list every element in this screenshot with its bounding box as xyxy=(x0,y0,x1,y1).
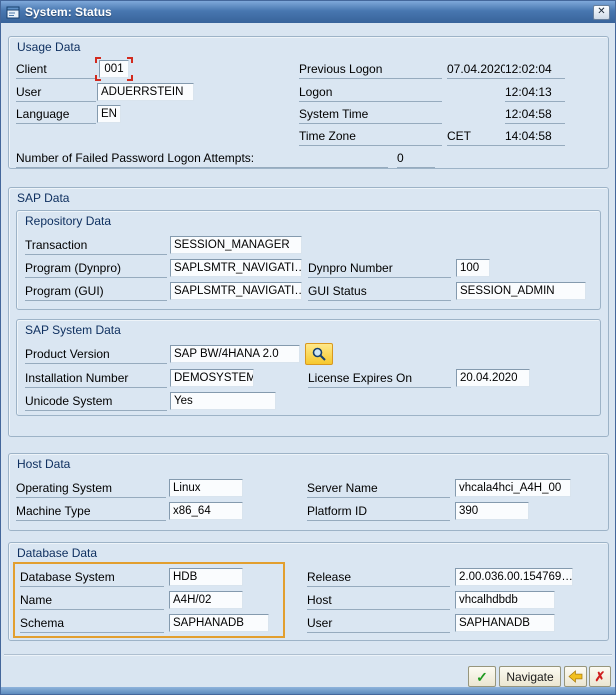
failed-attempts-label: Number of Failed Password Logon Attempts… xyxy=(16,151,388,168)
client-label: Client xyxy=(16,62,96,79)
time-zone-label: Time Zone xyxy=(299,129,442,146)
database-user-field[interactable]: SAPHANADB xyxy=(455,614,555,632)
database-name-field[interactable]: A4H/02 xyxy=(169,591,243,609)
user-label: User xyxy=(16,85,96,102)
release-label: Release xyxy=(307,570,450,587)
release-field[interactable]: 2.00.036.00.154769… xyxy=(455,568,573,586)
database-data-group: Database Data Database System HDB Releas… xyxy=(8,542,609,641)
product-version-field[interactable]: SAP BW/4HANA 2.0 xyxy=(170,345,300,363)
unicode-system-field[interactable]: Yes xyxy=(170,392,276,410)
exit-button[interactable] xyxy=(564,666,587,687)
failed-attempts-value: 0 xyxy=(397,151,435,168)
language-label: Language xyxy=(16,107,96,124)
installation-number-field[interactable]: DEMOSYSTEM xyxy=(170,369,254,387)
sap-data-group: SAP Data Repository Data Transaction SES… xyxy=(8,187,609,437)
navigate-button-label: Navigate xyxy=(506,670,553,684)
usage-data-group: Usage Data Client 001 User ADUERRSTEIN L… xyxy=(8,36,609,169)
database-host-field[interactable]: vhcalhdbdb xyxy=(455,591,555,609)
sap-system-data-group: SAP System Data Product Version SAP BW/4… xyxy=(16,319,601,416)
database-data-title: Database Data xyxy=(17,546,97,560)
previous-logon-date: 07.04.2020 xyxy=(447,62,505,79)
database-system-label: Database System xyxy=(20,570,164,587)
gui-status-field[interactable]: SESSION_ADMIN xyxy=(456,282,586,300)
title-bar: System: Status ✕ xyxy=(1,1,615,23)
schema-field[interactable]: SAPHANADB xyxy=(169,614,269,632)
window-bottom-frame xyxy=(1,687,615,694)
host-data-title: Host Data xyxy=(17,457,70,471)
logon-time: 12:04:13 xyxy=(505,85,565,102)
program-gui-field[interactable]: SAPLSMTR_NAVIGATI… xyxy=(170,282,302,300)
cancel-x-icon: ✗ xyxy=(595,670,606,683)
host-data-group: Host Data Operating System Linux Server … xyxy=(8,453,609,531)
database-user-label: User xyxy=(307,616,450,633)
client-field[interactable]: 001 xyxy=(99,60,129,78)
usage-data-title: Usage Data xyxy=(17,40,80,54)
dynpro-number-label: Dynpro Number xyxy=(308,261,451,278)
schema-label: Schema xyxy=(20,616,164,633)
database-name-label: Name xyxy=(20,593,164,610)
machine-type-label: Machine Type xyxy=(16,504,166,521)
operating-system-label: Operating System xyxy=(16,481,166,498)
footer-separator xyxy=(4,654,612,656)
gui-status-label: GUI Status xyxy=(308,284,451,301)
exit-arrow-icon xyxy=(568,670,583,683)
window-title: System: Status xyxy=(25,5,112,19)
transaction-label: Transaction xyxy=(25,238,167,255)
program-dynpro-label: Program (Dynpro) xyxy=(25,261,167,278)
previous-logon-time: 12:02:04 xyxy=(505,62,565,79)
dialog-icon xyxy=(6,6,20,19)
logon-label: Logon xyxy=(299,85,442,102)
user-field[interactable]: ADUERRSTEIN xyxy=(97,83,194,101)
installation-number-label: Installation Number xyxy=(25,371,167,388)
sap-data-title: SAP Data xyxy=(17,191,69,205)
check-icon: ✓ xyxy=(476,670,488,684)
database-system-field[interactable]: HDB xyxy=(169,568,243,586)
platform-id-field[interactable]: 390 xyxy=(455,502,529,520)
repository-data-title: Repository Data xyxy=(25,214,111,228)
program-dynpro-field[interactable]: SAPLSMTR_NAVIGATI… xyxy=(170,259,302,277)
program-gui-label: Program (GUI) xyxy=(25,284,167,301)
magnifier-icon xyxy=(311,346,327,362)
product-version-label: Product Version xyxy=(25,347,167,364)
system-time-label: System Time xyxy=(299,107,442,124)
dynpro-number-field[interactable]: 100 xyxy=(456,259,490,277)
machine-type-field[interactable]: x86_64 xyxy=(169,502,243,520)
operating-system-field[interactable]: Linux xyxy=(169,479,243,497)
repository-data-group: Repository Data Transaction SESSION_MANA… xyxy=(16,210,601,310)
server-name-field[interactable]: vhcala4hci_A4H_00 xyxy=(455,479,571,497)
cancel-button[interactable]: ✗ xyxy=(589,666,611,687)
language-field[interactable]: EN xyxy=(97,105,121,123)
transaction-field[interactable]: SESSION_MANAGER xyxy=(170,236,302,254)
database-host-label: Host xyxy=(307,593,450,610)
product-version-details-button[interactable] xyxy=(305,343,333,365)
unicode-system-label: Unicode System xyxy=(25,394,167,411)
platform-id-label: Platform ID xyxy=(307,504,450,521)
system-time-value: 12:04:58 xyxy=(505,107,565,124)
close-button[interactable]: ✕ xyxy=(593,5,610,20)
license-expires-field[interactable]: 20.04.2020 xyxy=(456,369,530,387)
time-zone-value: CET xyxy=(447,129,505,146)
server-name-label: Server Name xyxy=(307,481,450,498)
previous-logon-label: Previous Logon xyxy=(299,62,442,79)
continue-button[interactable]: ✓ xyxy=(468,666,496,687)
sap-system-data-title: SAP System Data xyxy=(25,323,121,337)
license-expires-label: License Expires On xyxy=(308,371,451,388)
navigate-button[interactable]: Navigate xyxy=(499,666,561,687)
system-status-dialog: System: Status ✕ Usage Data Client 001 U… xyxy=(0,0,616,695)
time-zone-time: 14:04:58 xyxy=(505,129,565,146)
